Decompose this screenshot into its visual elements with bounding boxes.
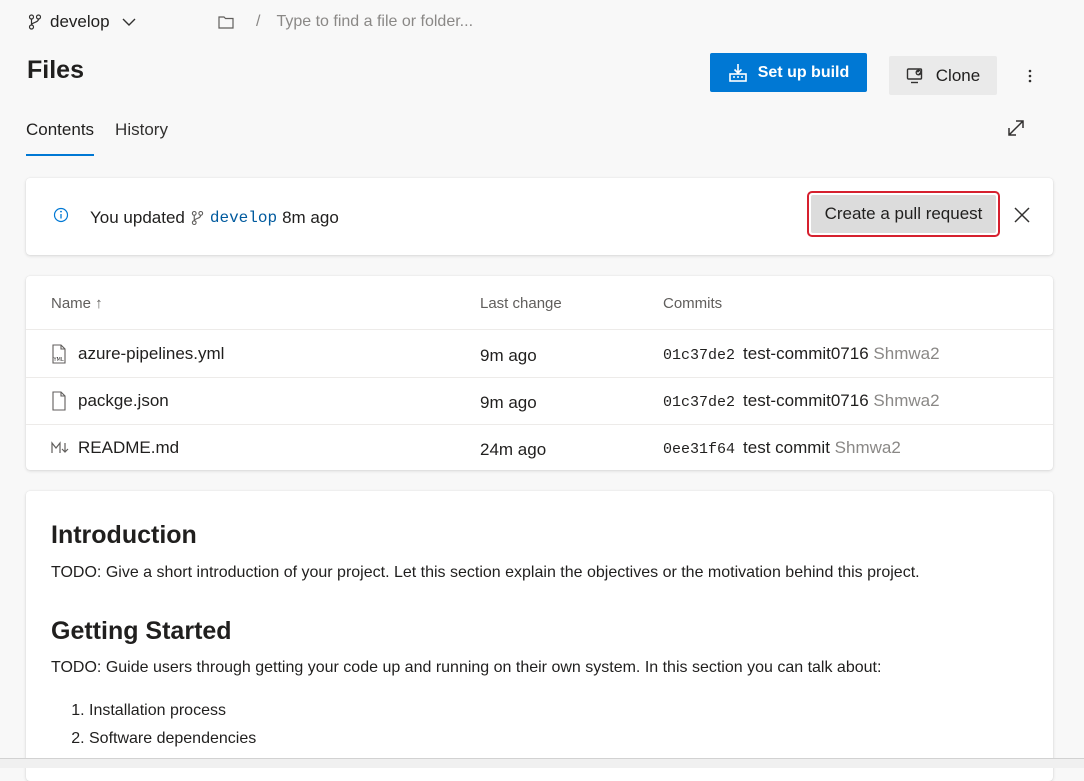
more-vertical-icon [1028, 69, 1032, 83]
banner-branch-link[interactable]: develop [210, 209, 277, 227]
column-header-last-change: Last change [480, 295, 562, 312]
banner-prefix: You updated [90, 208, 185, 227]
page-title: Files [27, 56, 84, 84]
table-header: Name ↑ Last change Commits [26, 276, 1053, 330]
expand-icon[interactable] [1005, 117, 1027, 139]
markdown-file-icon [51, 441, 69, 453]
more-actions-button[interactable] [1018, 64, 1042, 88]
clone-label: Clone [935, 65, 981, 85]
tab-bar: Contents History [26, 114, 189, 158]
svg-text:YML: YML [53, 357, 64, 363]
tab-history[interactable]: History [115, 114, 168, 156]
tab-contents[interactable]: Contents [26, 114, 95, 156]
file-name[interactable]: azure-pipelines.yml [78, 344, 224, 364]
list-item: Installation process [89, 701, 256, 729]
last-change: 9m ago [480, 393, 537, 412]
banner-time: 8m ago [282, 208, 339, 227]
branch-icon [28, 14, 42, 30]
readme-getting-started-text: TODO: Guide users through getting your c… [51, 659, 882, 676]
last-change: 24m ago [480, 440, 547, 459]
table-row[interactable]: packge.json 9m ago 01c37de2 test-commit07… [26, 377, 1053, 425]
last-change: 9m ago [480, 346, 537, 365]
path-finder: / [218, 10, 579, 34]
setup-build-label: Set up build [757, 63, 850, 81]
file-name[interactable]: README.md [78, 438, 179, 458]
folder-icon[interactable] [218, 15, 234, 29]
commit-hash[interactable]: 01c37de2 [663, 394, 735, 411]
list-item: Software dependencies [89, 729, 256, 757]
commit-info: 01c37de2 test-commit0716 Shmwa2 [663, 391, 940, 411]
build-icon [728, 63, 747, 82]
file-name[interactable]: packge.json [78, 391, 169, 411]
top-bar: develop / [0, 0, 1084, 44]
yml-file-icon: YML [52, 344, 66, 364]
close-icon[interactable] [1013, 206, 1031, 224]
setup-build-button[interactable]: Set up build [710, 53, 867, 92]
chevron-down-icon [122, 18, 136, 26]
file-icon [52, 391, 66, 411]
commit-info: 0ee31f64 test commit Shmwa2 [663, 438, 901, 458]
clone-icon [906, 67, 922, 83]
table-row[interactable]: YML azure-pipelines.yml 9m ago 01c37de2 t… [26, 330, 1053, 378]
table-row[interactable]: README.md 24m ago 0ee31f64 test commit Sh… [26, 424, 1053, 471]
readme-heading-getting-started: Getting Started [51, 617, 232, 645]
create-pull-request-button[interactable]: Create a pull request [811, 195, 996, 233]
commit-author: Shmwa2 [834, 438, 901, 457]
commit-hash[interactable]: 01c37de2 [663, 347, 735, 364]
files-table: Name ↑ Last change Commits YML azure-pip… [26, 276, 1053, 470]
commit-hash[interactable]: 0ee31f64 [663, 441, 735, 458]
clone-button[interactable]: Clone [889, 56, 997, 95]
commit-message: test-commit0716 [743, 344, 869, 363]
commit-author: Shmwa2 [873, 391, 940, 410]
readme-intro-text: TODO: Give a short introduction of your … [51, 564, 920, 581]
branch-icon [191, 210, 204, 226]
path-search-input[interactable] [274, 12, 579, 32]
commit-message: test-commit0716 [743, 391, 869, 410]
commit-author: Shmwa2 [873, 344, 940, 363]
branch-picker[interactable]: develop [28, 8, 136, 36]
column-header-commits: Commits [663, 295, 723, 312]
commit-info: 01c37de2 test-commit0716 Shmwa2 [663, 344, 940, 364]
banner-message: You updated develop 8m ago [90, 208, 339, 228]
path-separator: / [256, 13, 261, 30]
update-banner: You updated develop 8m ago Create a pull… [26, 178, 1053, 255]
branch-picker-label: develop [50, 12, 110, 31]
info-icon [53, 207, 69, 223]
column-header-name[interactable]: Name ↑ [51, 295, 103, 312]
commit-message: test commit [743, 438, 830, 457]
readme-preview: Introduction TODO: Give a short introduc… [26, 491, 1053, 781]
readme-steps-list: Installation process Software dependenci… [51, 701, 256, 757]
readme-heading-introduction: Introduction [51, 521, 197, 549]
